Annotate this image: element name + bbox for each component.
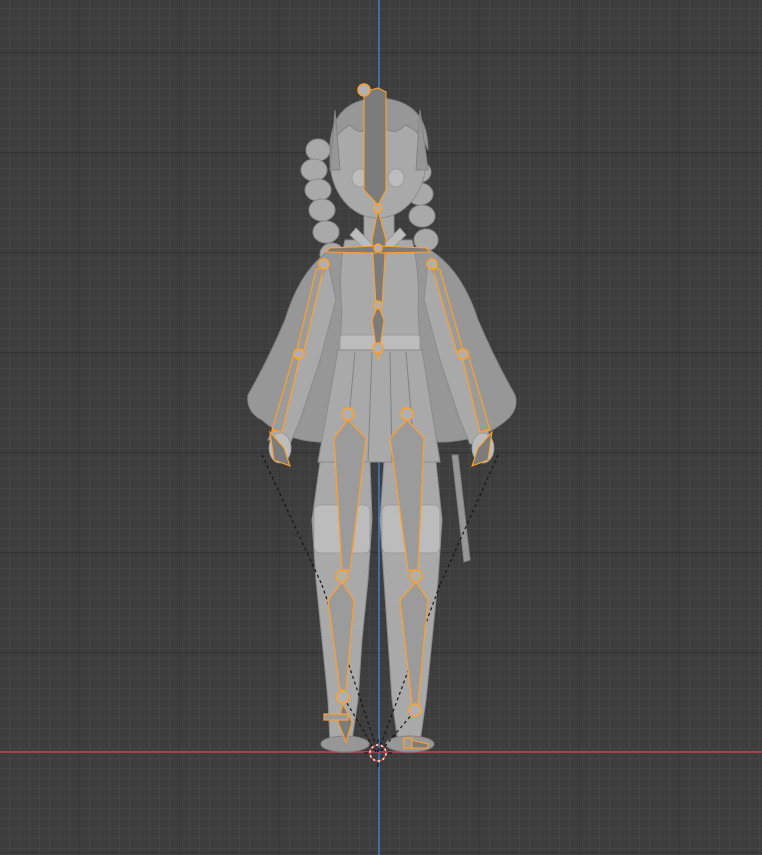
sword (451, 454, 471, 563)
3d-viewport[interactable] (0, 0, 762, 855)
bone-shoulders[interactable] (324, 243, 432, 254)
scene-canvas[interactable] (0, 0, 762, 855)
